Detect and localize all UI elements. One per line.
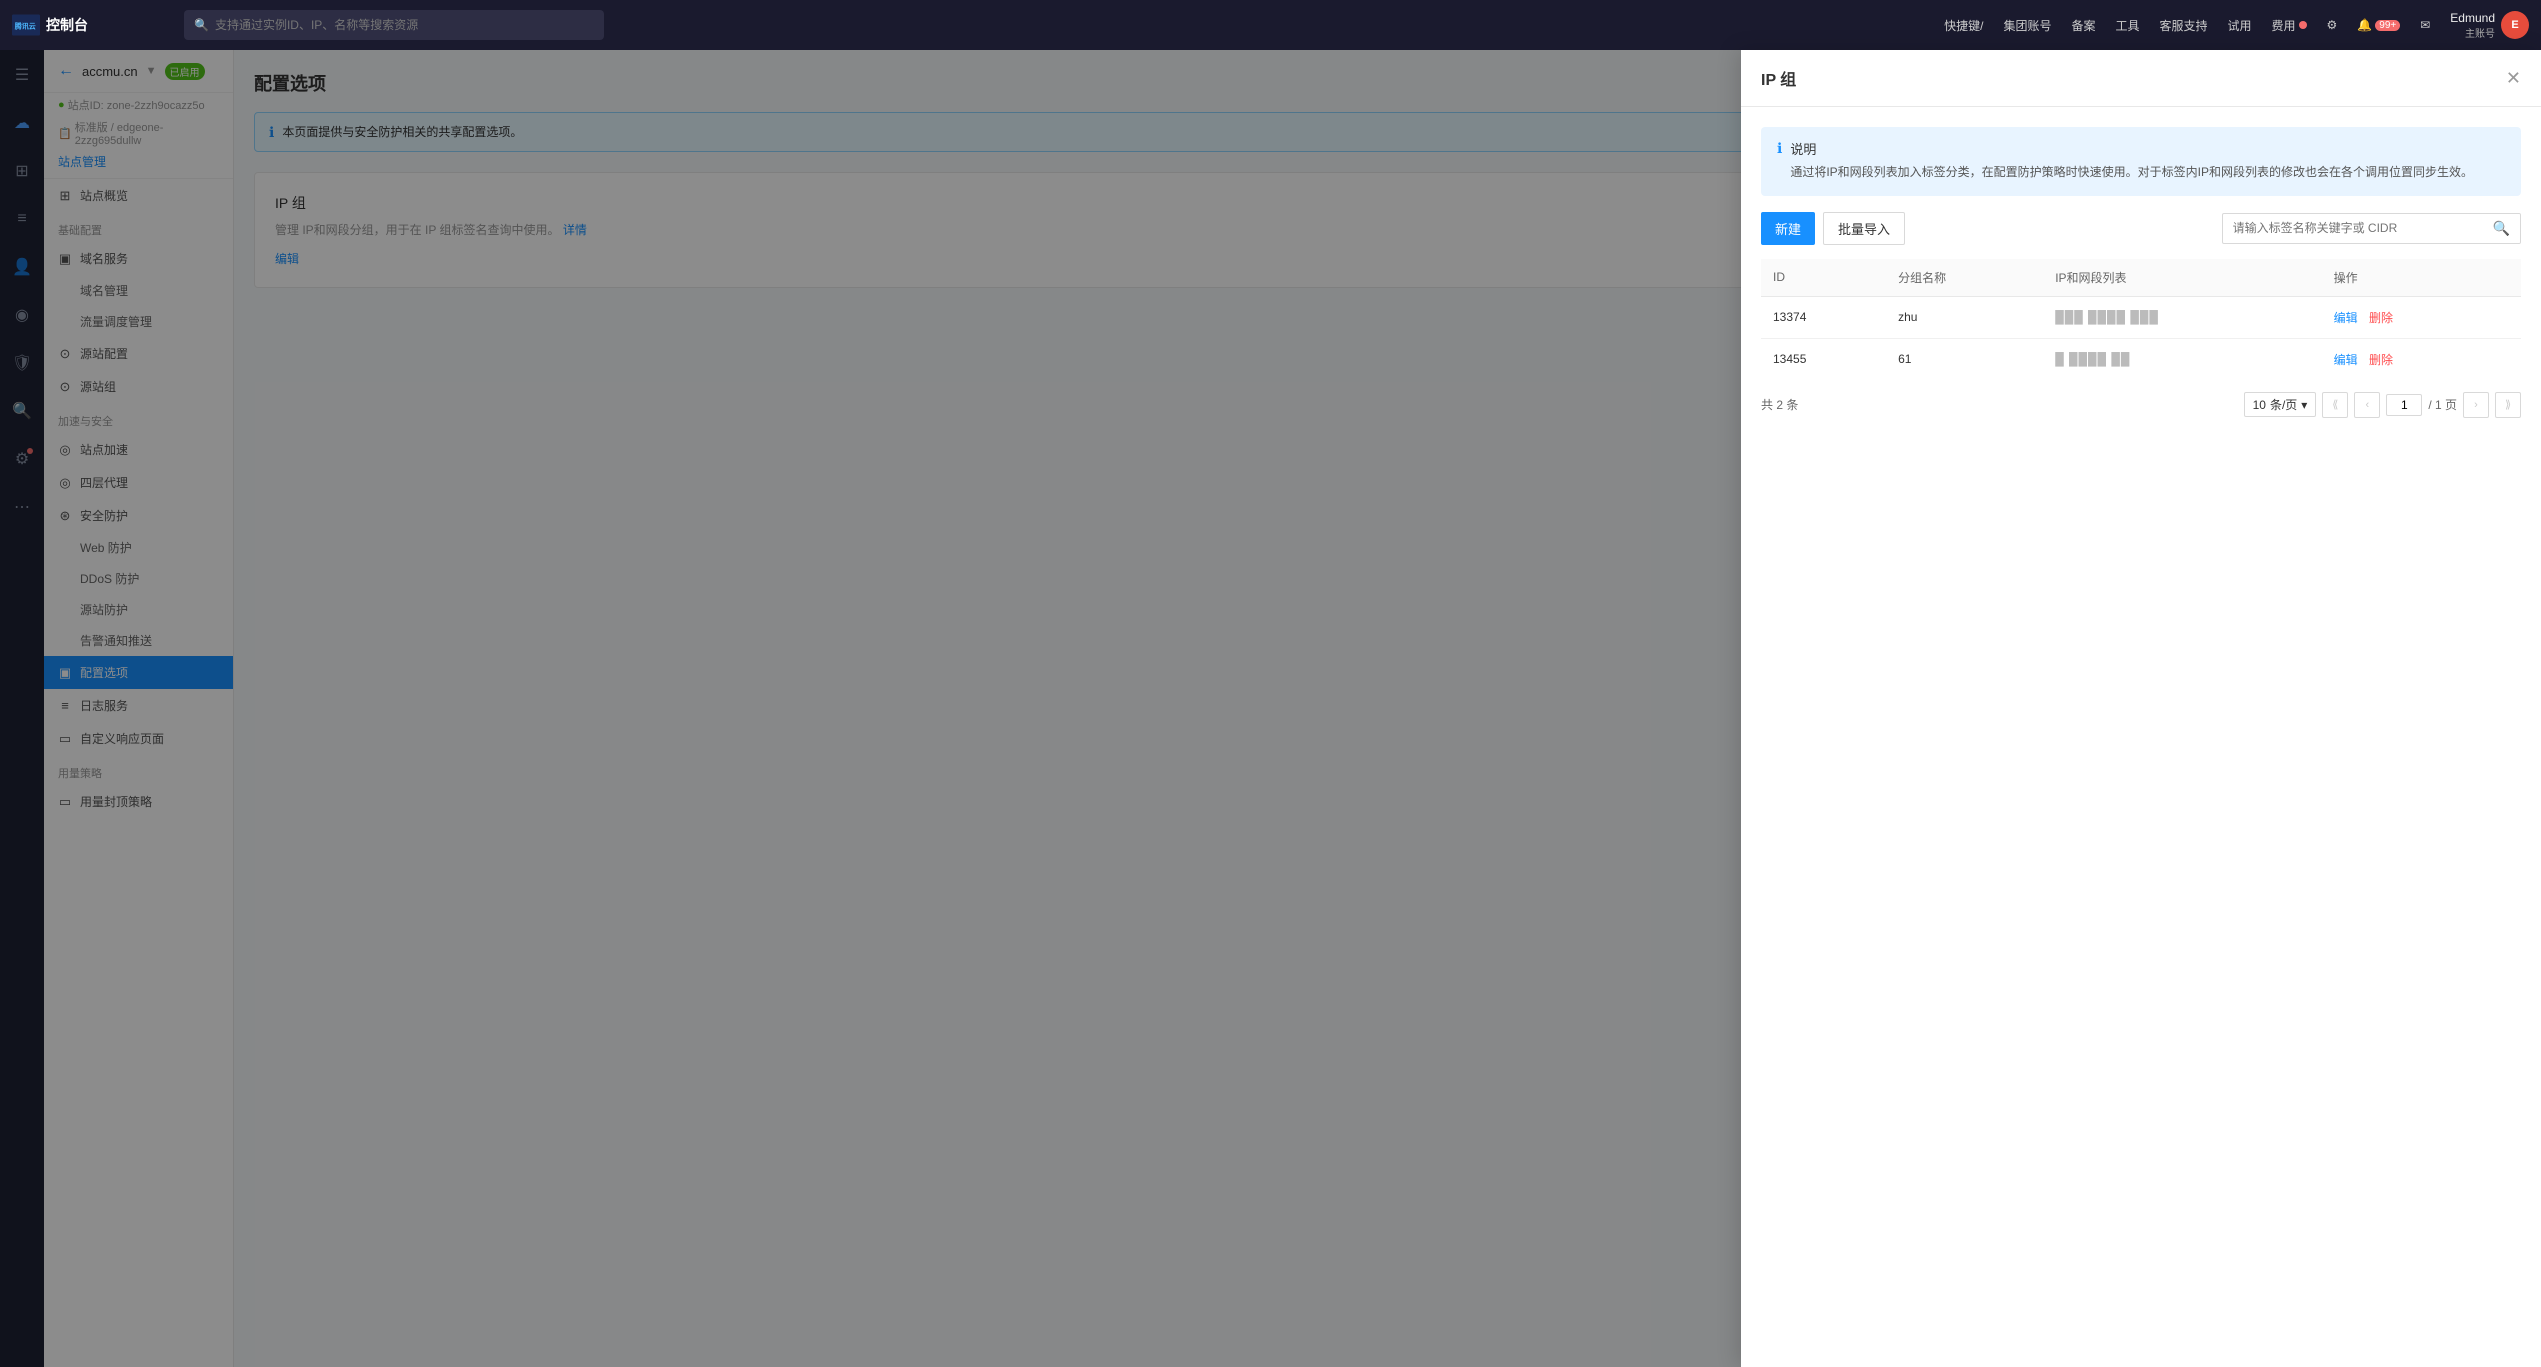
modal-header: IP 组 ✕	[1741, 50, 2541, 107]
col-actions: 操作	[2322, 259, 2521, 297]
tencent-cloud-logo-icon: 腾讯云	[12, 14, 40, 36]
nav-search-input[interactable]	[215, 18, 594, 32]
search-wrapper[interactable]: 🔍	[2222, 213, 2521, 244]
modal-info-title: 说明	[1790, 139, 2473, 158]
new-button[interactable]: 新建	[1761, 212, 1815, 245]
page-size-selector[interactable]: 10 条/页 ▾	[2244, 392, 2317, 417]
trial-btn[interactable]: 试用	[2228, 17, 2252, 34]
table-row: 13374 zhu ███ ████ ███ 编辑 删除	[1761, 296, 2521, 338]
modal-title: IP 组	[1761, 66, 1796, 90]
col-name: 分组名称	[1886, 259, 2043, 297]
total-count: 共 2 条	[1761, 396, 1798, 413]
modal-info-text: 通过将IP和网段列表加入标签分类，在配置防护策略时快速使用。对于标签内IP和网段…	[1790, 162, 2473, 184]
row-ip-list: █ ████ ██	[2043, 338, 2321, 380]
modal-info-icon: ℹ	[1777, 140, 1782, 157]
pagination-right: 10 条/页 ▾ ⟪ ‹ / 1 页 › ⟫	[2244, 392, 2521, 418]
settings-btn[interactable]: ⚙	[2327, 18, 2338, 32]
pagination: 共 2 条 10 条/页 ▾ ⟪ ‹ / 1 页 › ⟫	[1761, 380, 2521, 418]
notification-btn[interactable]: 🔔 99+	[2357, 18, 2400, 32]
blurred-ip-icon: █ ████ ██	[2055, 352, 2130, 366]
row-id: 13374	[1761, 296, 1886, 338]
page-prev-button[interactable]: ‹	[2354, 392, 2380, 418]
delete-link-row1[interactable]: 删除	[2369, 311, 2393, 325]
edit-link-row1[interactable]: 编辑	[2334, 311, 2358, 325]
svg-text:腾讯云: 腾讯云	[14, 22, 36, 31]
fee-btn[interactable]: 费用	[2272, 17, 2307, 34]
row-name: zhu	[1886, 296, 2043, 338]
search-input[interactable]	[2223, 215, 2483, 241]
top-nav: 腾讯云 控制台 🔍 快捷键/ 集团账号 备案 工具 客服支持 试用 费用 ⚙ 🔔…	[0, 0, 2541, 50]
user-profile[interactable]: Edmund 主账号 E	[2450, 11, 2529, 40]
modal-info-content: 说明 通过将IP和网段列表加入标签分类，在配置防护策略时快速使用。对于标签内IP…	[1790, 139, 2473, 184]
nav-actions: 快捷键/ 集团账号 备案 工具 客服支持 试用 费用 ⚙ 🔔 99+ ✉ Edm…	[1944, 11, 2529, 40]
delete-link-row2[interactable]: 删除	[2369, 353, 2393, 367]
tools-btn[interactable]: 工具	[2115, 17, 2139, 34]
row-actions: 编辑 删除	[2322, 296, 2521, 338]
row-name: 61	[1886, 338, 2043, 380]
page-next-button[interactable]: ›	[2463, 392, 2489, 418]
search-icon: 🔍	[194, 18, 209, 32]
nav-console-label: 控制台	[46, 15, 88, 35]
page-last-button[interactable]: ⟫	[2495, 392, 2521, 418]
group-account-btn[interactable]: 集团账号	[2003, 17, 2051, 34]
fee-dot-icon	[2299, 21, 2307, 29]
blurred-ip-icon: ███ ████ ███	[2055, 310, 2159, 324]
user-name: Edmund	[2450, 11, 2495, 25]
col-id: ID	[1761, 259, 1886, 297]
edit-link-row2[interactable]: 编辑	[2334, 353, 2358, 367]
toolbar-left: 新建 批量导入	[1761, 212, 1905, 245]
search-button[interactable]: 🔍	[2483, 214, 2520, 243]
modal-info-box: ℹ 说明 通过将IP和网段列表加入标签分类，在配置防护策略时快速使用。对于标签内…	[1761, 127, 2521, 196]
shortcut-btn[interactable]: 快捷键/	[1944, 17, 1983, 34]
ip-group-table: ID 分组名称 IP和网段列表 操作 13374 zhu ███ ████ ██…	[1761, 259, 2521, 380]
modal-body: ℹ 说明 通过将IP和网段列表加入标签分类，在配置防护策略时快速使用。对于标签内…	[1741, 107, 2541, 1367]
modal-toolbar: 新建 批量导入 🔍	[1761, 212, 2521, 245]
page-first-button[interactable]: ⟪	[2322, 392, 2348, 418]
modal-close-button[interactable]: ✕	[2506, 69, 2521, 87]
page-input[interactable]	[2386, 394, 2422, 416]
nav-search-bar[interactable]: 🔍	[184, 10, 604, 40]
backup-btn[interactable]: 备案	[2071, 17, 2095, 34]
support-btn[interactable]: 客服支持	[2160, 17, 2208, 34]
ip-group-modal: IP 组 ✕ ℹ 说明 通过将IP和网段列表加入标签分类，在配置防护策略时快速使…	[1741, 50, 2541, 1367]
row-ip-list: ███ ████ ███	[2043, 296, 2321, 338]
col-ip-list: IP和网段列表	[2043, 259, 2321, 297]
row-id: 13455	[1761, 338, 1886, 380]
user-avatar[interactable]: E	[2501, 11, 2529, 39]
user-sub: 主账号	[2465, 25, 2495, 40]
total-pages-text: / 1 页	[2428, 396, 2457, 413]
batch-import-button[interactable]: 批量导入	[1823, 212, 1905, 245]
chevron-down-icon: ▾	[2301, 398, 2307, 412]
nav-logo: 腾讯云 控制台	[12, 14, 172, 36]
notification-badge: 99+	[2375, 20, 2400, 31]
table-row: 13455 61 █ ████ ██ 编辑 删除	[1761, 338, 2521, 380]
message-btn[interactable]: ✉	[2420, 18, 2430, 32]
row-actions: 编辑 删除	[2322, 338, 2521, 380]
